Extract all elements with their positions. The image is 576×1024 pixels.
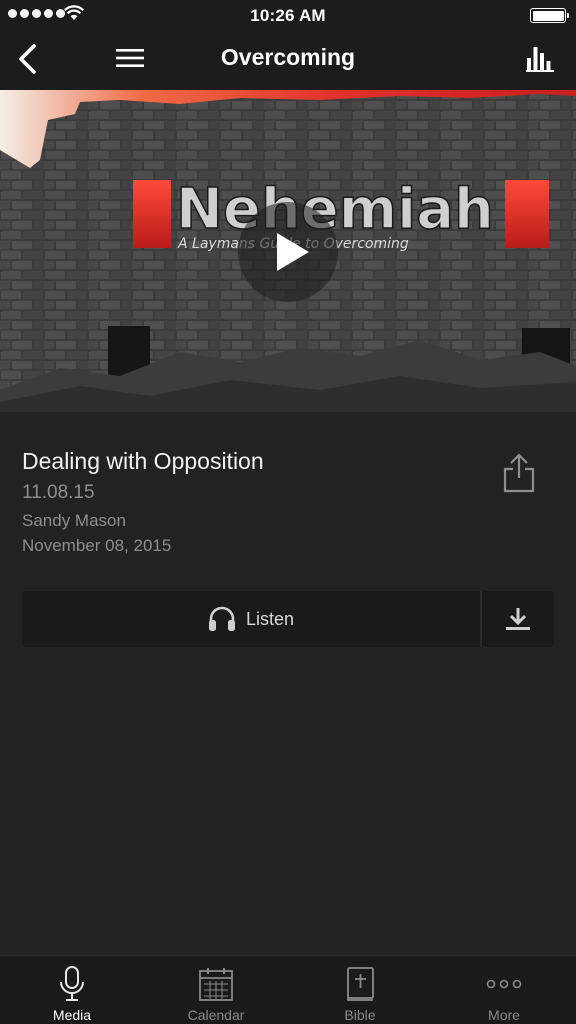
more-dots-icon [484,964,524,1004]
tab-bar: Media Calendar Bible More [0,955,576,1024]
tab-calendar[interactable]: Calendar [144,956,288,1024]
tab-media[interactable]: Media [0,956,144,1024]
tab-bible[interactable]: Bible [288,956,432,1024]
listen-label: Listen [245,608,295,629]
series-artwork[interactable]: Nehemiah A Laymans Guide to Overcoming [0,90,576,412]
share-icon[interactable] [500,452,538,494]
message-series-date: 11.08.15 [22,482,95,503]
navigation-bar: Overcoming [0,30,576,90]
artwork-title-text: Nehemiah [176,177,494,242]
message-speaker: Sandy Mason [22,511,126,530]
download-button[interactable] [482,591,554,647]
calendar-icon [196,964,236,1004]
tab-media-label: Media [52,1007,92,1023]
play-button[interactable] [238,202,338,302]
headphones-icon [208,606,235,631]
message-date: November 08, 2015 [22,536,172,555]
status-bar: 10:26 AM [0,0,576,30]
download-icon [506,608,530,630]
listen-button[interactable]: Listen [22,591,480,647]
bar-chart-icon[interactable] [526,44,554,72]
tab-more-label: More [488,1007,520,1023]
bible-icon [340,964,380,1004]
microphone-icon [52,964,92,1004]
page-title: Overcoming [220,44,356,70]
battery-icon [530,8,569,23]
tab-calendar-label: Calendar [187,1007,245,1023]
message-title: Dealing with Opposition [22,448,264,474]
tab-more[interactable]: More [432,956,576,1024]
status-time: 10:26 AM [250,6,326,25]
message-details: Dealing with Opposition 11.08.15 Sandy M… [0,412,576,955]
tab-bible-label: Bible [344,1007,376,1023]
media-actions: Listen [22,591,554,647]
